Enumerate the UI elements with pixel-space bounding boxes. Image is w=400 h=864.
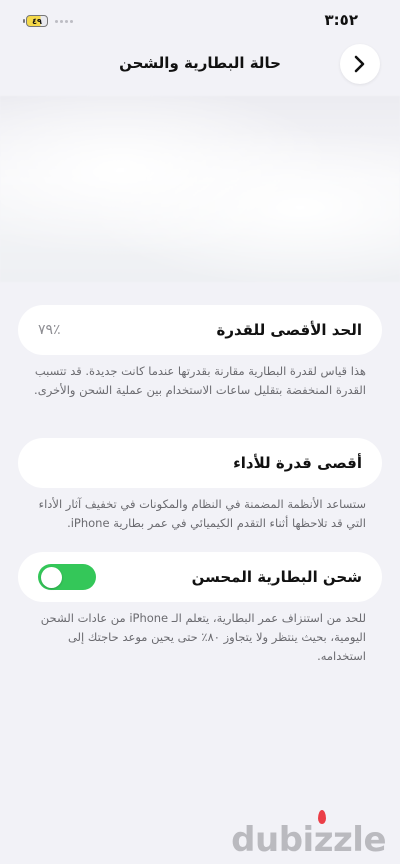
peak-performance-row[interactable]: أقصى قدرة للأداء [18, 438, 382, 488]
watermark-logo: dubizzle [231, 820, 386, 860]
toggle-knob [41, 566, 62, 588]
battery-hero-image [0, 96, 400, 282]
optimized-charging-toggle[interactable] [38, 564, 96, 590]
max-capacity-description: هذا قياس لقدرة البطارية مقارنة بقدرتها ع… [34, 364, 366, 397]
battery-icon: ٤٩ [23, 15, 48, 27]
peak-performance-description: ستساعد الأنظمة المضمنة في النظام والمكون… [38, 497, 366, 530]
max-capacity-value: ٧٩٪ [38, 322, 61, 338]
chevron-right-icon [354, 55, 365, 73]
cellular-signal-icon [55, 20, 73, 23]
optimized-charging-row: شحن البطارية المحسن [18, 552, 382, 602]
back-button[interactable] [340, 44, 380, 84]
status-bar: ٤٩ ٣:٥٢ [0, 0, 400, 40]
max-capacity-label: الحد الأقصى للقدرة [216, 321, 363, 339]
peak-performance-label: أقصى قدرة للأداء [233, 454, 362, 472]
battery-level: ٤٩ [32, 16, 42, 26]
optimized-charging-description: للحد من استنزاف عمر البطارية، يتعلم الـ … [40, 611, 366, 663]
max-capacity-row[interactable]: الحد الأقصى للقدرة ٧٩٪ [18, 305, 382, 355]
status-time: ٣:٥٢ [324, 11, 358, 29]
optimized-charging-label: شحن البطارية المحسن [191, 568, 362, 586]
